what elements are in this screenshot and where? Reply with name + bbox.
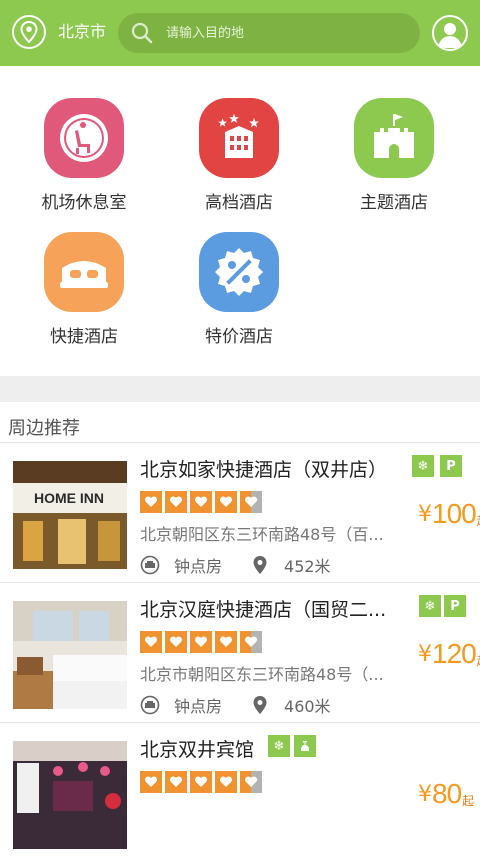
top-bar: 北京市: [0, 0, 480, 66]
heart-icon: [190, 631, 212, 653]
heart-icon: [165, 491, 187, 513]
hotel-meta: 钟点房 460米: [140, 693, 331, 717]
room-type: 钟点房: [174, 557, 223, 576]
hotel-card[interactable]: 北京双井宾馆 ❄ ¥80 起: [0, 722, 480, 862]
location-pin-icon: [250, 695, 270, 715]
search-icon: [130, 21, 154, 45]
hotel-price: ¥80 起: [418, 779, 474, 809]
wifi-icon: ❄: [268, 735, 290, 757]
hotel-photo: [13, 601, 127, 709]
half-heart-icon: [240, 771, 262, 793]
search-bar[interactable]: [118, 13, 420, 53]
category-theme-hotel[interactable]: 主题酒店: [329, 98, 459, 213]
hotel-address: 北京市朝阳区东三环南路48号（...: [140, 665, 384, 684]
user-avatar-icon[interactable]: [432, 15, 468, 51]
category-discount-hotel[interactable]: 特价酒店: [174, 232, 304, 347]
half-heart-icon: [240, 491, 262, 513]
category-label: 快捷酒店: [50, 327, 118, 347]
bed-icon: [44, 232, 124, 312]
airport-lounge-icon: [44, 98, 124, 178]
room-type: 钟点房: [174, 697, 223, 716]
distance: 460米: [284, 697, 331, 716]
wifi-icon: ❄: [412, 455, 434, 477]
discount-icon: [199, 232, 279, 312]
rating-hearts: [140, 631, 262, 653]
category-label: 高档酒店: [205, 193, 273, 213]
hotel-name: 北京汉庭快捷酒店（国贸二...: [140, 599, 387, 621]
luxury-hotel-icon: [199, 98, 279, 178]
heart-icon: [190, 491, 212, 513]
location-pin-icon[interactable]: [12, 15, 46, 49]
parking-icon: P: [440, 455, 462, 477]
rating-hearts: [140, 491, 262, 513]
heart-icon: [140, 491, 162, 513]
price-currency: ¥: [418, 502, 432, 527]
price-suffix: 起: [462, 794, 475, 808]
heart-icon: [165, 631, 187, 653]
breakfast-icon: [294, 735, 316, 757]
hotel-photo: [13, 741, 127, 849]
category-luxury-hotel[interactable]: 高档酒店: [174, 98, 304, 213]
location-pin-icon: [250, 555, 270, 575]
price-value: 80: [432, 778, 462, 809]
price-value: 100: [432, 498, 477, 529]
category-label: 特价酒店: [205, 327, 273, 347]
hourly-room-icon: [140, 555, 160, 575]
heart-icon: [165, 771, 187, 793]
distance: 452米: [284, 557, 331, 576]
heart-icon: [190, 771, 212, 793]
price-currency: ¥: [418, 642, 432, 667]
hotel-card[interactable]: 北京汉庭快捷酒店（国贸二... ❄ P 北京市朝阳区东三环南路48号（... 钟…: [0, 582, 480, 722]
hourly-room-icon: [140, 695, 160, 715]
hotel-price: ¥120起: [418, 639, 480, 669]
hotel-address: 北京朝阳区东三环南路48号（百...: [140, 525, 384, 544]
parking-icon: P: [444, 595, 466, 617]
heart-icon: [140, 631, 162, 653]
heart-icon: [215, 631, 237, 653]
hotel-sign: HOME INN: [34, 490, 104, 506]
city-selector[interactable]: 北京市: [58, 21, 106, 43]
wifi-icon: ❄: [419, 595, 441, 617]
category-grid: 机场休息室 高档酒店 主题酒店 快捷酒店 特价酒店: [0, 66, 480, 376]
hotel-name: 北京如家快捷酒店（双井店）: [140, 459, 388, 481]
rating-hearts: [140, 771, 262, 793]
search-input[interactable]: [166, 13, 406, 53]
hotel-meta: 钟点房 452米: [140, 553, 331, 577]
heart-icon: [215, 491, 237, 513]
category-express-hotel[interactable]: 快捷酒店: [19, 232, 149, 347]
hotel-card[interactable]: HOME INN 北京如家快捷酒店（双井店） ❄ P 北京朝阳区东三环南路48号…: [0, 442, 480, 582]
category-airport-lounge[interactable]: 机场休息室: [19, 98, 149, 213]
castle-icon: [354, 98, 434, 178]
section-title: 周边推荐: [8, 418, 80, 439]
hotel-price: ¥100起: [418, 499, 480, 529]
price-value: 120: [432, 638, 477, 669]
section-divider: [0, 376, 480, 402]
category-label: 机场休息室: [41, 193, 127, 213]
hotel-photo: HOME INN: [13, 461, 127, 569]
heart-icon: [140, 771, 162, 793]
half-heart-icon: [240, 631, 262, 653]
category-label: 主题酒店: [360, 193, 428, 213]
heart-icon: [215, 771, 237, 793]
price-currency: ¥: [418, 782, 432, 807]
